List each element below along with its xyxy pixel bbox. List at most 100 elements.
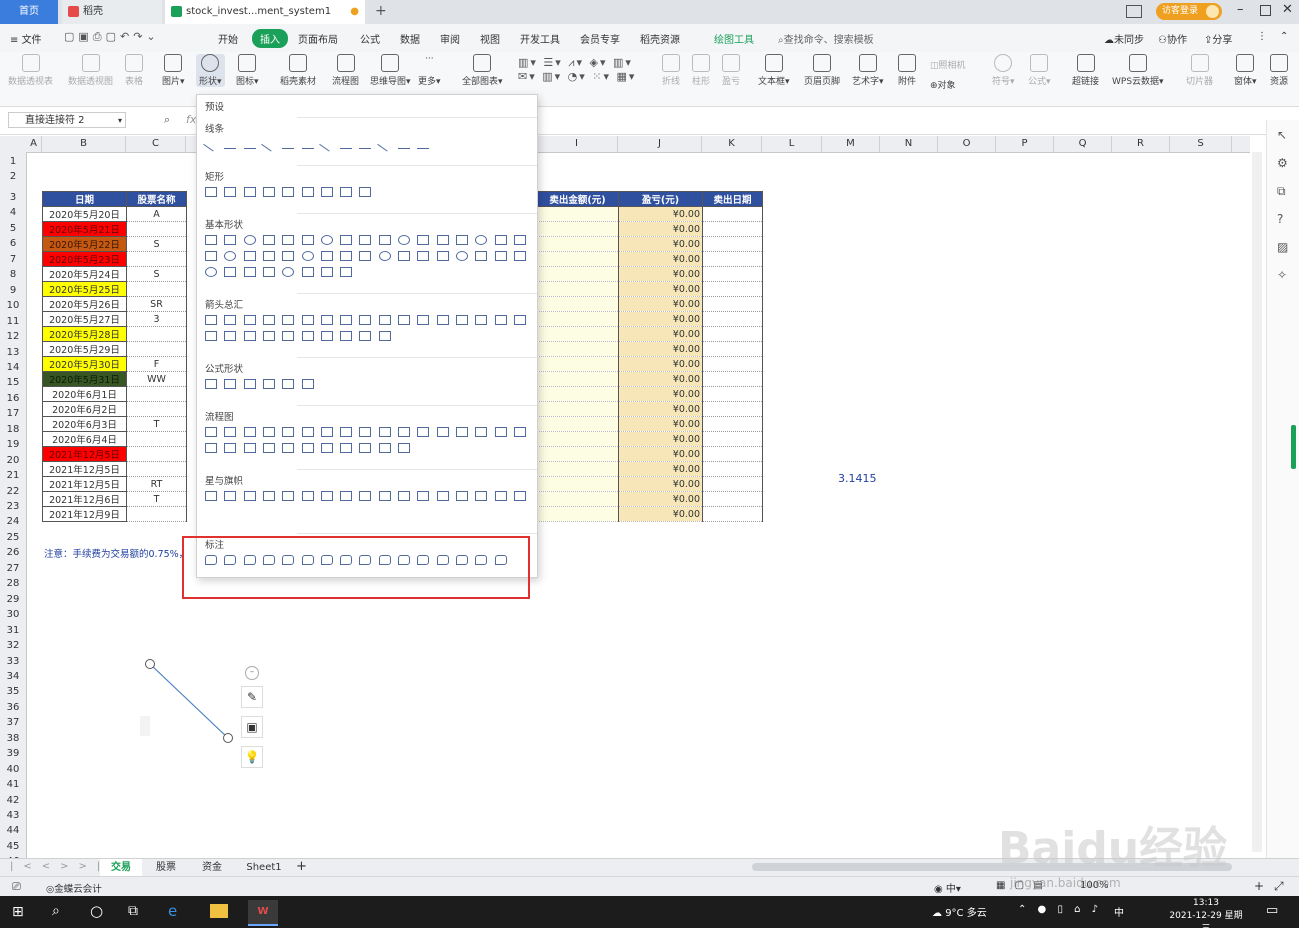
shape-option[interactable] [378,331,391,341]
lightbulb-icon[interactable]: 💡 [241,746,263,768]
shape-option[interactable] [320,235,333,245]
picture-button[interactable]: 图片▾ [162,54,185,87]
shape-option[interactable] [494,251,507,261]
row-header[interactable]: 14 [0,360,26,375]
menu-view[interactable]: 视图 [480,31,500,46]
sell-amount-cell[interactable] [536,491,619,507]
sell-date-cell[interactable] [702,326,763,342]
sell-amount-cell[interactable] [536,236,619,252]
shape-option[interactable] [262,331,275,341]
stock-name-cell[interactable] [126,386,187,402]
row-header[interactable]: 43 [0,808,26,823]
profit-cell[interactable]: ¥0.00 [618,356,703,372]
shape-option[interactable] [262,235,275,245]
shape-option[interactable] [243,331,256,341]
sell-amount-cell[interactable] [536,431,619,447]
menu-home[interactable]: 开始 [218,31,238,46]
camera-button[interactable]: ◫照相机 [930,58,966,71]
stock-name-cell[interactable]: T [126,416,187,432]
date-cell[interactable]: 2020年5月22日 [42,236,127,252]
shape-option[interactable] [340,251,353,261]
shape-option[interactable] [282,427,295,437]
row-header[interactable]: 38 [0,731,26,746]
stock-name-cell[interactable] [126,401,187,417]
shape-option[interactable] [455,315,468,325]
row-header[interactable]: 26 [0,545,26,560]
shape-option[interactable] [359,427,372,437]
shape-option[interactable] [513,491,526,501]
profit-cell[interactable]: ¥0.00 [618,266,703,282]
sparkline-column-button[interactable]: 柱形 [692,54,710,87]
shape-option[interactable] [282,139,295,149]
profit-cell[interactable]: ¥0.00 [618,281,703,297]
shape-option[interactable] [455,235,468,245]
stock-name-cell[interactable]: S [126,266,187,282]
date-cell[interactable]: 2020年5月31日 [42,371,127,387]
column-header[interactable]: P [996,136,1054,152]
menu-drawing-tools[interactable]: 绘图工具 [714,31,754,46]
sell-amount-cell[interactable] [536,371,619,387]
shape-option[interactable] [513,251,526,261]
row-header[interactable]: 5 [0,221,26,236]
shape-option[interactable] [205,267,217,277]
row-header[interactable]: 19 [0,437,26,452]
row-header[interactable]: 39 [0,746,26,761]
shape-option[interactable] [205,331,217,341]
windows-start-icon[interactable]: ⊞ [12,904,24,920]
profit-cell[interactable]: ¥0.00 [618,206,703,222]
sheet-tab-sheet1[interactable]: Sheet1 [240,859,288,877]
shape-option[interactable] [378,443,391,453]
sell-date-cell[interactable] [702,221,763,237]
docer-material-button[interactable]: 稻壳素材 [280,54,316,87]
shape-option[interactable] [417,139,430,149]
symbol-button[interactable]: 符号▾ [992,54,1015,87]
row-header[interactable]: 25 [0,530,26,545]
shape-option[interactable] [436,427,449,437]
column-header[interactable]: M [822,136,880,152]
shape-option[interactable] [205,491,217,501]
sell-amount-cell[interactable] [536,401,619,417]
row-header[interactable]: 23 [0,499,26,514]
profit-cell[interactable]: ¥0.00 [618,221,703,237]
sell-date-cell[interactable] [702,206,763,222]
shape-option[interactable] [320,267,333,277]
shape-option[interactable] [301,139,314,149]
row-header[interactable]: 16 [0,391,26,406]
shape-option[interactable] [436,251,449,261]
shape-option[interactable] [378,315,391,325]
shape-option[interactable] [224,139,237,149]
shape-option[interactable] [243,491,256,501]
sell-date-cell[interactable] [702,431,763,447]
shape-option[interactable] [243,427,256,437]
column-header[interactable]: O [938,136,996,152]
menu-docer-resources[interactable]: 稻壳资源 [640,31,680,46]
shape-option[interactable] [243,187,256,197]
row-header[interactable]: 22 [0,484,26,499]
restore-button[interactable] [1260,5,1271,16]
shape-option[interactable] [282,379,295,389]
sell-date-cell[interactable] [702,416,763,432]
row-header[interactable]: 1 [0,154,26,169]
column-header[interactable]: Q [1054,136,1112,152]
shape-option[interactable] [205,235,217,245]
column-header[interactable]: J [618,136,702,152]
profit-cell[interactable]: ¥0.00 [618,431,703,447]
row-header[interactable]: 3 [0,190,26,205]
sell-amount-cell[interactable] [536,266,619,282]
shape-option[interactable] [359,443,372,453]
profit-cell[interactable]: ¥0.00 [618,401,703,417]
shape-option[interactable] [262,315,275,325]
shape-option[interactable] [378,427,391,437]
shape-option[interactable] [417,315,430,325]
shape-option[interactable] [203,136,219,152]
sell-amount-cell[interactable] [536,311,619,327]
shape-option[interactable] [224,379,237,389]
sell-amount-cell[interactable] [536,386,619,402]
collapse-ribbon-icon[interactable]: ⌃ [1280,31,1288,42]
help-icon[interactable]: ? [1277,212,1283,226]
shape-option[interactable] [205,443,217,453]
date-cell[interactable]: 2021年12月5日 [42,476,127,492]
shape-option[interactable] [398,491,410,501]
compass-icon[interactable]: ✧ [1277,268,1287,282]
sell-date-cell[interactable] [702,281,763,297]
